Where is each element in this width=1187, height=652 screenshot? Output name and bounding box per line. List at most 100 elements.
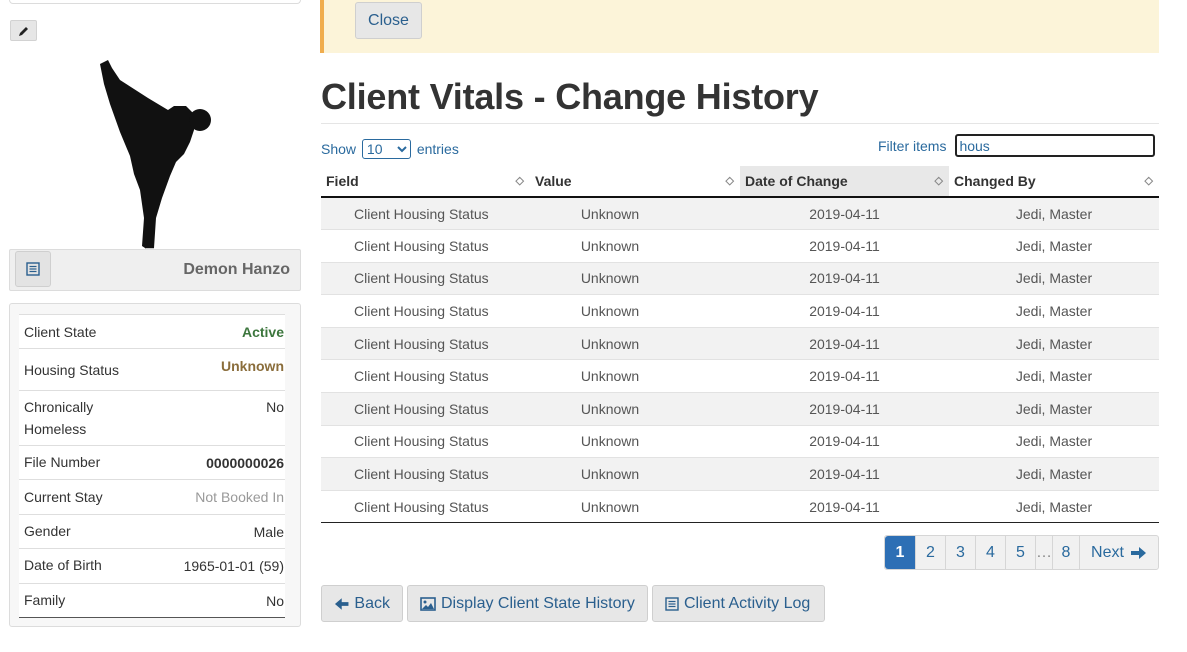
info-label: Date of Birth bbox=[24, 557, 102, 573]
cell-date: 2019-04-11 bbox=[740, 261, 949, 295]
profile-card-top bbox=[9, 0, 301, 4]
cell-changed-by: Jedi, Master bbox=[949, 294, 1159, 328]
info-row-gender: Gender Male bbox=[19, 514, 285, 548]
cell-value: Unknown bbox=[530, 489, 740, 524]
filter-control: Filter items bbox=[878, 134, 1156, 157]
current-stay-value: Not Booked In bbox=[195, 489, 284, 505]
cell-field: Client Housing Status bbox=[321, 392, 530, 426]
info-label: Chronically Homeless bbox=[24, 399, 94, 437]
info-label: File Number bbox=[24, 454, 101, 470]
table-row: Client Housing Status Unknown 2019-04-11… bbox=[321, 424, 1159, 458]
client-activity-log-button[interactable]: Client Activity Log bbox=[652, 585, 825, 622]
info-label: Family bbox=[24, 592, 66, 608]
sort-icon: ◇ bbox=[725, 175, 734, 187]
back-label: Back bbox=[354, 594, 390, 612]
cell-field: Client Housing Status bbox=[321, 196, 530, 230]
cell-changed-by: Jedi, Master bbox=[949, 489, 1159, 524]
client-details-button[interactable] bbox=[15, 251, 51, 287]
arrow-left-icon bbox=[334, 597, 349, 610]
change-history-table: Field ◇ Value ◇ Date of Change ◇ Changed… bbox=[321, 166, 1159, 524]
cell-value: Unknown bbox=[530, 294, 740, 328]
page-button-1[interactable]: 1 bbox=[885, 536, 916, 569]
list-icon bbox=[665, 596, 679, 611]
cell-field: Client Housing Status bbox=[321, 489, 530, 524]
info-row-current-stay: Current Stay Not Booked In bbox=[19, 479, 285, 514]
cell-changed-by: Jedi, Master bbox=[949, 261, 1159, 295]
column-header-date-of-change[interactable]: Date of Change ◇ bbox=[740, 166, 949, 198]
client-state-value: Active bbox=[241, 324, 284, 340]
sort-icon: ◇ bbox=[1144, 175, 1153, 187]
info-row-family: Family No bbox=[19, 583, 285, 617]
next-label: Next bbox=[1091, 543, 1124, 561]
info-label: Client State bbox=[24, 324, 97, 340]
cell-date: 2019-04-11 bbox=[740, 489, 949, 524]
cell-changed-by: Jedi, Master bbox=[949, 457, 1159, 491]
back-button[interactable]: Back bbox=[321, 585, 403, 622]
cell-value: Unknown bbox=[530, 424, 740, 458]
page-ellipsis: … bbox=[1036, 543, 1052, 561]
display-client-state-history-button[interactable]: Display Client State History bbox=[407, 585, 648, 622]
page-title: Client Vitals - Change History bbox=[321, 76, 819, 117]
close-button[interactable]: Close bbox=[355, 2, 422, 39]
cell-date: 2019-04-11 bbox=[740, 196, 949, 230]
cell-date: 2019-04-11 bbox=[740, 359, 949, 393]
chronically-homeless-value: No bbox=[266, 399, 284, 415]
cell-field: Client Housing Status bbox=[321, 326, 530, 360]
file-number-value: 0000000026 bbox=[206, 455, 284, 471]
page-button-5[interactable]: 5 bbox=[1006, 536, 1036, 569]
table-body: Client Housing Status Unknown 2019-04-11… bbox=[321, 196, 1159, 524]
cell-value: Unknown bbox=[530, 392, 740, 426]
cell-date: 2019-04-11 bbox=[740, 424, 949, 458]
table-row: Client Housing Status Unknown 2019-04-11… bbox=[321, 489, 1159, 524]
filter-input[interactable] bbox=[955, 134, 1156, 157]
cell-field: Client Housing Status bbox=[321, 294, 530, 328]
column-header-changed-by[interactable]: Changed By ◇ bbox=[949, 166, 1159, 198]
housing-status-value: Unknown bbox=[221, 358, 284, 374]
cell-changed-by: Jedi, Master bbox=[949, 424, 1159, 458]
table-row: Client Housing Status Unknown 2019-04-11… bbox=[321, 294, 1159, 328]
cell-value: Unknown bbox=[530, 457, 740, 491]
info-label: Gender bbox=[24, 523, 71, 539]
cell-date: 2019-04-11 bbox=[740, 392, 949, 426]
column-header-label: Changed By bbox=[954, 173, 1036, 189]
column-header-value[interactable]: Value ◇ bbox=[530, 166, 740, 198]
column-header-label: Field bbox=[326, 173, 359, 189]
cell-date: 2019-04-11 bbox=[740, 457, 949, 491]
page-button-8[interactable]: 8 bbox=[1052, 536, 1080, 569]
info-row-client-state: Client State Active bbox=[19, 314, 285, 348]
pagination: 1 2 3 4 5 … 8 Next bbox=[884, 535, 1159, 570]
client-info-panel: Client State Active Housing Status Unkno… bbox=[9, 303, 301, 627]
table-row: Client Housing Status Unknown 2019-04-11… bbox=[321, 392, 1159, 426]
page-size-select[interactable]: 10 bbox=[361, 139, 411, 159]
sort-icon: ◇ bbox=[515, 175, 524, 187]
page-button-4[interactable]: 4 bbox=[976, 536, 1006, 569]
cell-field: Client Housing Status bbox=[321, 457, 530, 491]
page-button-2[interactable]: 2 bbox=[916, 536, 946, 569]
cell-changed-by: Jedi, Master bbox=[949, 229, 1159, 263]
column-header-field[interactable]: Field ◇ bbox=[321, 166, 530, 198]
family-value: No bbox=[266, 593, 284, 609]
page-button-3[interactable]: 3 bbox=[946, 536, 976, 569]
cell-value: Unknown bbox=[530, 229, 740, 263]
pencil-icon bbox=[18, 26, 28, 36]
page-size-control: Show 10 entries bbox=[321, 139, 459, 159]
gender-value: Male bbox=[253, 524, 284, 540]
table-row: Client Housing Status Unknown 2019-04-11… bbox=[321, 457, 1159, 491]
client-photo bbox=[100, 60, 211, 278]
table-row: Client Housing Status Unknown 2019-04-11… bbox=[321, 326, 1159, 360]
state-history-label: Display Client State History bbox=[441, 594, 635, 612]
cell-value: Unknown bbox=[530, 261, 740, 295]
cell-field: Client Housing Status bbox=[321, 424, 530, 458]
cell-date: 2019-04-11 bbox=[740, 326, 949, 360]
edit-photo-button[interactable] bbox=[10, 20, 37, 41]
list-icon bbox=[26, 262, 40, 276]
next-page-button[interactable]: Next bbox=[1080, 536, 1158, 569]
date-of-birth-value: 1965-01-01 (59) bbox=[183, 558, 284, 574]
cell-date: 2019-04-11 bbox=[740, 294, 949, 328]
cell-date: 2019-04-11 bbox=[740, 229, 949, 263]
sort-icon: ◇ bbox=[934, 175, 943, 187]
info-row-file-number: File Number 0000000026 bbox=[19, 445, 285, 479]
info-label: Housing Status bbox=[24, 362, 119, 378]
column-header-label: Value bbox=[535, 173, 572, 189]
table-row: Client Housing Status Unknown 2019-04-11… bbox=[321, 196, 1159, 230]
